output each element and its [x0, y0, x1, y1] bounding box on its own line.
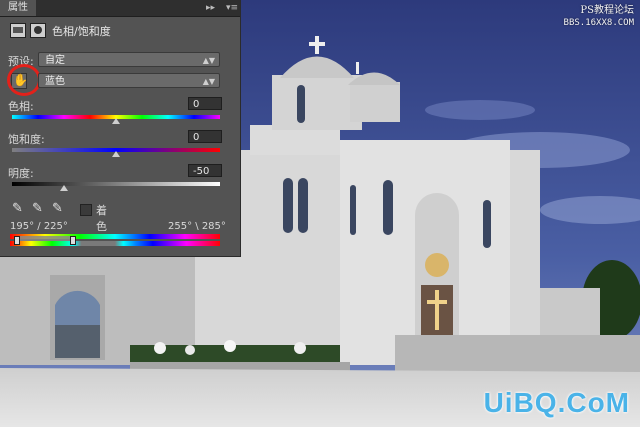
preset-select[interactable]: 自定 ▲▼ [38, 52, 220, 67]
eyedropper-icon[interactable]: ✎ [12, 201, 23, 216]
saturation-input[interactable]: 0 [188, 130, 222, 143]
tab-properties[interactable]: 属性 [0, 0, 36, 16]
chevron-updown-icon: ▲▼ [202, 56, 215, 65]
range-handle-left[interactable] [14, 236, 20, 245]
hue-label: 色相: [8, 100, 34, 113]
colorize-label: 着色 [96, 204, 107, 233]
preset-value: 自定 [45, 55, 65, 66]
channel-value: 蓝色 [45, 76, 65, 87]
watermark-line-2: BBS.16XX8.COM [563, 18, 634, 28]
colorize-checkbox[interactable] [80, 204, 92, 216]
output-color-bar [10, 241, 220, 246]
adjustment-header: 色相/饱和度 [8, 22, 232, 40]
adjustment-title: 色相/饱和度 [52, 25, 111, 38]
chevron-updown-icon: ▲▼ [202, 77, 215, 86]
properties-panel: 属性 ▸▸ ▾≡ 色相/饱和度 预设: 自定 ▲▼ 蓝色 ▲▼ 色相: 0 饱和… [0, 0, 241, 257]
eyedropper-minus-icon[interactable]: ✎ [52, 201, 63, 216]
preset-row: 预设: 自定 ▲▼ [8, 52, 224, 68]
site-watermark: UiBQ.CoM [483, 387, 630, 418]
hue-slider-thumb[interactable] [112, 118, 120, 124]
range-left-label: 195° / 225° [10, 221, 68, 232]
hue-control: 色相: 0 [8, 97, 224, 129]
range-right-label: 255° \ 285° [168, 221, 226, 232]
panel-menu-icon[interactable]: ▾≡ [226, 2, 238, 14]
range-handle-right[interactable] [70, 236, 76, 245]
lightness-slider-track[interactable] [12, 182, 220, 191]
collapse-icon[interactable]: ▸▸ [206, 2, 215, 14]
lightness-control: 明度: -50 [8, 164, 224, 196]
forum-watermark: PS教程论坛 BBS.16XX8.COM [564, 5, 634, 29]
lightness-label: 明度: [8, 167, 34, 180]
mask-icon[interactable] [30, 23, 46, 38]
saturation-control: 饱和度: 0 [8, 130, 224, 162]
eyedropper-plus-icon[interactable]: ✎ [32, 201, 43, 216]
lightness-slider-thumb[interactable] [60, 185, 68, 191]
saturation-slider-track[interactable] [12, 148, 220, 157]
hue-input[interactable]: 0 [188, 97, 222, 110]
lightness-input[interactable]: -50 [188, 164, 222, 177]
channel-row: 蓝色 ▲▼ [7, 64, 224, 96]
saturation-slider-thumb[interactable] [112, 151, 120, 157]
highlight-circle [7, 64, 41, 96]
watermark-line-1: PS教程论坛 [580, 5, 634, 16]
saturation-label: 饱和度: [8, 133, 45, 146]
panel-titlebar: 属性 ▸▸ ▾≡ [0, 0, 240, 17]
hue-slider-track[interactable] [12, 115, 220, 124]
channel-select[interactable]: 蓝色 ▲▼ [38, 73, 220, 88]
hue-saturation-icon [10, 23, 26, 38]
